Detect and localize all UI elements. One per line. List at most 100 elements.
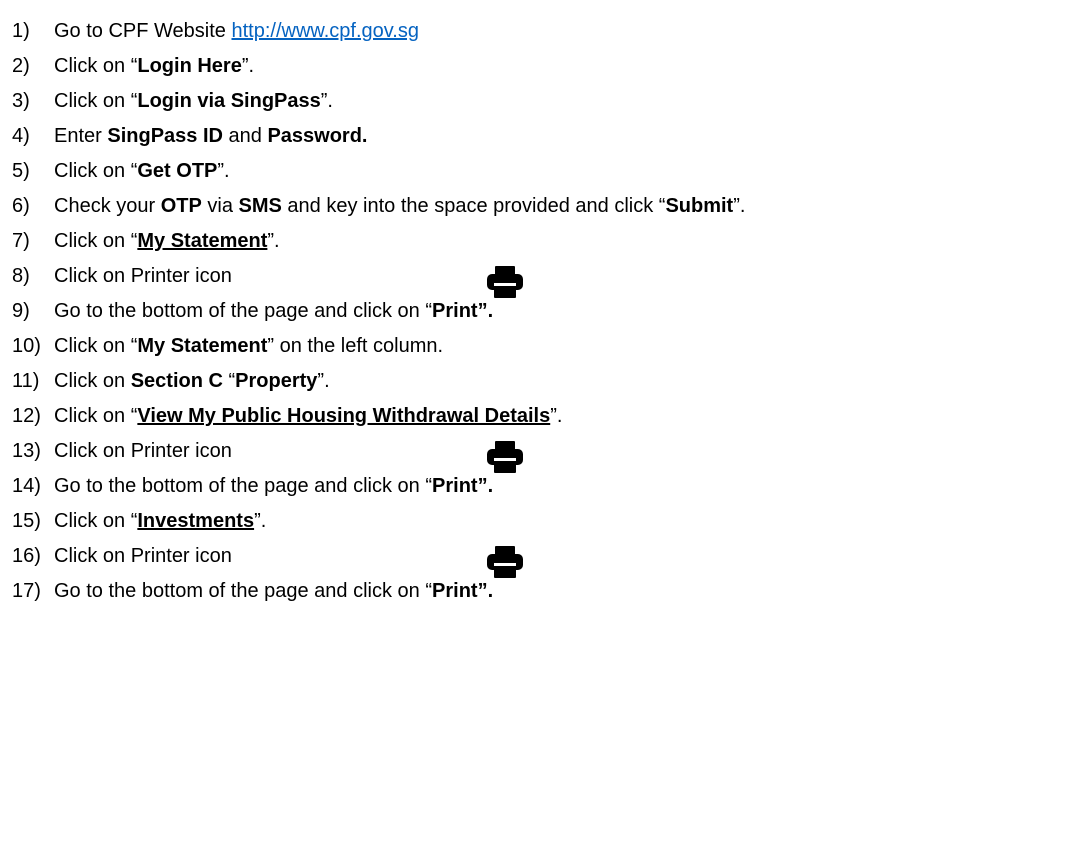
step-text-segment: Check your [54, 195, 161, 217]
step-emphasis: My Statement [137, 230, 268, 252]
cpf-website-link[interactable]: http://www.cpf.gov.sg [231, 20, 419, 42]
step-emphasis: My Statement [137, 335, 268, 357]
step-text-segment: ”. [317, 370, 330, 392]
step-number: 3) [12, 90, 30, 112]
step-emphasis: Login via SingPass [137, 90, 321, 112]
step-number: 15) [12, 510, 41, 532]
step-emphasis: Section C [130, 370, 223, 392]
step-number: 13) [12, 440, 41, 462]
step-number: 9) [12, 300, 30, 322]
list-item: 16) Click on Printer icon [12, 539, 1067, 578]
list-item: 1) Go to CPF Website http://www.cpf.gov.s… [12, 14, 1067, 49]
step-text: Go to the bottom of the page and click o… [54, 580, 493, 602]
step-text-segment: and [222, 125, 268, 147]
step-text-segment: and key into the space provided and clic… [281, 195, 666, 217]
step-emphasis: Print”. [432, 475, 494, 497]
step-text-segment: Go to the bottom of the page and click o… [54, 300, 433, 322]
list-item: 5) Click on “Get OTP”. [12, 154, 1067, 189]
step-text-segment: Click on Printer icon [54, 440, 232, 462]
step-emphasis: Password. [267, 125, 368, 147]
step-text: Click on “Investments”. [54, 510, 266, 532]
step-emphasis: Property [235, 370, 318, 392]
step-text-segment: Click on [54, 370, 131, 392]
step-number: 5) [12, 160, 30, 182]
step-text-segment: Click on “ [54, 160, 138, 182]
step-number: 8) [12, 265, 30, 287]
step-text-segment: Click on “ [54, 335, 138, 357]
step-text-segment: ”. [217, 160, 230, 182]
step-text-segment: Click on “ [54, 510, 138, 532]
step-text: Click on Printer icon [54, 545, 232, 567]
list-item: 9) Go to the bottom of the page and click… [12, 294, 1067, 329]
step-text-segment: Click on Printer icon [54, 545, 232, 567]
step-emphasis: Submit [665, 195, 734, 217]
step-number: 7) [12, 230, 30, 252]
step-number: 17) [12, 580, 41, 602]
step-emphasis: View My Public Housing Withdrawal Detail… [137, 405, 551, 427]
step-text: Click on Printer icon [54, 440, 232, 462]
step-number: 4) [12, 125, 30, 147]
step-text-segment: ”. [241, 55, 255, 77]
step-emphasis: OTP [160, 195, 202, 217]
step-number: 6) [12, 195, 30, 217]
step-number: 16) [12, 545, 41, 567]
step-number: 14) [12, 475, 41, 497]
step-text: Click on Printer icon [54, 265, 232, 287]
step-text-segment: Enter [54, 125, 108, 147]
step-text-segment: “ [222, 370, 236, 392]
step-text: Click on “View My Public Housing Withdra… [54, 405, 562, 427]
step-number: 1) [12, 20, 30, 42]
step-number: 11) [12, 370, 40, 392]
list-item: 14) Go to the bottom of the page and clic… [12, 469, 1067, 504]
instruction-steps: 1) Go to CPF Website http://www.cpf.gov.s… [12, 14, 1067, 609]
step-text-segment: Click on “ [54, 90, 138, 112]
step-text-segment: ”. [550, 405, 563, 427]
step-text-segment: ” on the left column. [267, 335, 444, 357]
step-text: Click on “Login Here”. [54, 55, 254, 77]
step-text: Click on “Login via SingPass”. [54, 90, 333, 112]
step-text: Enter SingPass ID and Password. [54, 125, 368, 147]
list-item: 10) Click on “My Statement” on the left c… [12, 329, 1067, 364]
step-text-segment: ”. [733, 195, 746, 217]
step-emphasis: Investments [137, 510, 255, 532]
step-text-segment: Click on Printer icon [54, 265, 232, 287]
step-text-segment: Go to CPF Website [54, 20, 232, 42]
step-text: Go to CPF Website http://www.cpf.gov.sg [54, 20, 419, 42]
list-item: 15) Click on “Investments”. [12, 504, 1067, 539]
step-emphasis: Print”. [432, 300, 494, 322]
step-text-segment: Go to the bottom of the page and click o… [54, 475, 433, 497]
list-item: 3) Click on “Login via SingPass”. [12, 84, 1067, 119]
step-emphasis: Print”. [432, 580, 494, 602]
step-emphasis: Login Here [137, 55, 242, 77]
step-text-segment: ”. [254, 510, 267, 532]
list-item: 11) Click on Section C “Property”. [12, 364, 1067, 399]
step-number: 2) [12, 55, 30, 77]
step-text: Go to the bottom of the page and click o… [54, 475, 493, 497]
list-item: 12) Click on “View My Public Housing With… [12, 399, 1067, 434]
list-item: 13) Click on Printer icon [12, 434, 1067, 473]
step-text: Click on Section C “Property”. [54, 370, 330, 392]
step-text-segment: Go to the bottom of the page and click o… [54, 580, 433, 602]
step-emphasis: SingPass ID [107, 125, 223, 147]
step-text-segment: Click on “ [54, 55, 138, 77]
list-item: 17) Go to the bottom of the page and clic… [12, 574, 1067, 609]
step-number: 12) [12, 405, 41, 427]
step-emphasis: SMS [238, 195, 282, 217]
step-text-segment: via [201, 195, 239, 217]
list-item: 4) Enter SingPass ID and Password. [12, 119, 1067, 154]
step-text: Go to the bottom of the page and click o… [54, 300, 493, 322]
step-text-segment: ”. [267, 230, 280, 252]
step-number: 10) [12, 335, 41, 357]
step-emphasis: Get OTP [137, 160, 218, 182]
list-item: 2) Click on “Login Here”. [12, 49, 1067, 84]
step-text-segment: ”. [320, 90, 333, 112]
list-item: 8) Click on Printer icon [12, 259, 1067, 298]
list-item: 6) Check your OTP via SMS and key into th… [12, 189, 1067, 224]
step-text: Check your OTP via SMS and key into the … [54, 195, 745, 217]
step-text-segment: Click on “ [54, 230, 138, 252]
step-text: Click on “Get OTP”. [54, 160, 230, 182]
step-text: Click on “My Statement” on the left colu… [54, 335, 443, 357]
step-text-segment: Click on “ [54, 405, 138, 427]
list-item: 7) Click on “My Statement”. [12, 224, 1067, 259]
step-text: Click on “My Statement”. [54, 230, 280, 252]
